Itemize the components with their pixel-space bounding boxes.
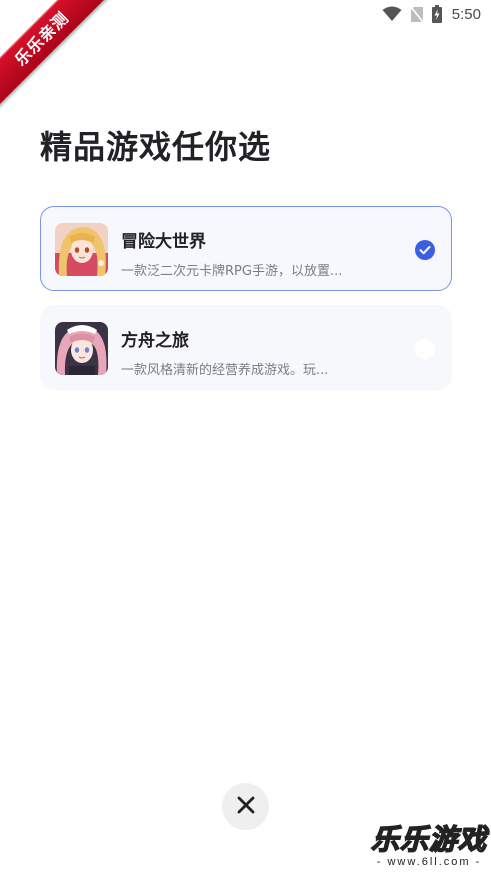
selected-check-icon[interactable] — [415, 240, 435, 260]
ribbon-text: 乐乐亲测 — [10, 7, 73, 70]
game-description: 一款风格清新的经营养成游戏。玩... — [121, 363, 329, 378]
wifi-icon — [382, 6, 402, 22]
no-sim-icon — [410, 6, 424, 23]
close-button[interactable] — [222, 783, 269, 830]
page-title: 精品游戏任你选 — [40, 128, 272, 166]
watermark-url: - www.6ll.com - — [376, 856, 482, 868]
game-thumbnail — [55, 322, 108, 375]
game-card[interactable]: 冒险大世界 一款泛二次元卡牌RPG手游，以放置... — [40, 206, 452, 291]
ribbon-banner: 乐乐亲测 — [0, 0, 110, 110]
game-list: 冒险大世界 一款泛二次元卡牌RPG手游，以放置... 方舟之旅 一款风格清新的经… — [40, 206, 452, 404]
watermark-title: 乐乐游戏 — [370, 823, 488, 857]
status-time: 5:50 — [451, 5, 481, 23]
game-thumbnail — [55, 223, 108, 276]
status-icons: 5:50 — [382, 4, 481, 24]
battery-charging-icon — [431, 5, 442, 23]
game-name: 冒险大世界 — [121, 232, 206, 252]
game-description: 一款泛二次元卡牌RPG手游，以放置... — [121, 264, 343, 279]
corner-ribbon: 乐乐亲测 — [0, 0, 110, 110]
close-icon — [237, 796, 255, 818]
watermark-logo: 乐乐游戏 - www.6ll.com - — [370, 823, 488, 868]
game-name: 方舟之旅 — [121, 331, 189, 351]
radio-unchecked-icon[interactable] — [415, 339, 435, 359]
game-card[interactable]: 方舟之旅 一款风格清新的经营养成游戏。玩... — [40, 305, 452, 390]
